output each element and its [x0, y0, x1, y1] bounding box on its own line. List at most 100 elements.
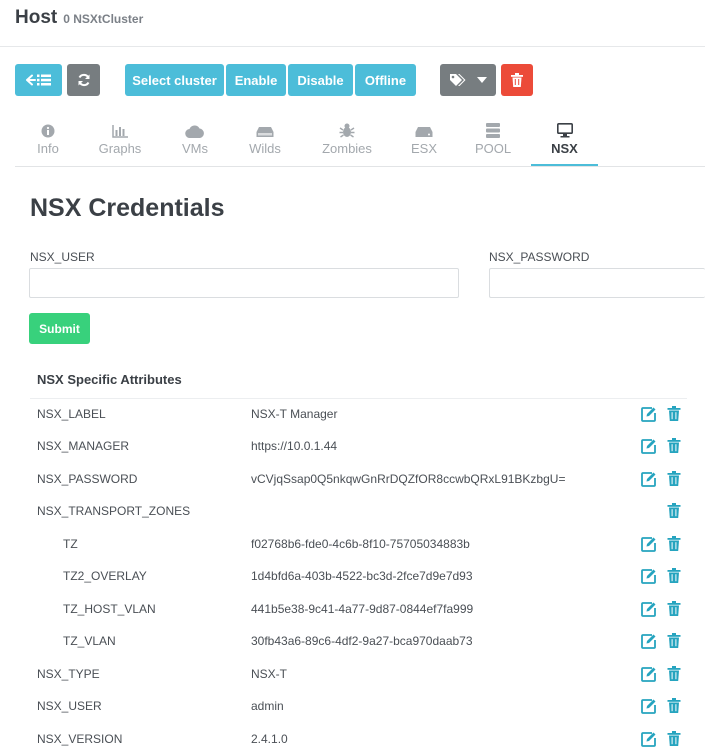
database-icon — [486, 123, 500, 138]
tab-label: Zombies — [322, 141, 372, 156]
tab-label: VMs — [182, 141, 208, 156]
attribute-value: NSX-T — [251, 667, 287, 681]
select-cluster-button[interactable]: Select cluster — [125, 64, 224, 96]
refresh-icon — [78, 73, 89, 87]
submit-button[interactable]: Submit — [29, 313, 90, 344]
caret-down-icon — [477, 77, 487, 83]
host-tabs: Info Graphs VMs Wilds Zombies ESX POOL N… — [15, 114, 705, 167]
enable-button[interactable]: Enable — [226, 64, 286, 96]
delete-host-button[interactable] — [501, 64, 533, 96]
server-icon — [415, 127, 433, 137]
table-row: NSX_LABEL NSX-T Manager — [0, 398, 705, 430]
info-circle-icon — [41, 124, 55, 138]
tab-label: Graphs — [98, 141, 142, 156]
trash-icon[interactable] — [667, 731, 681, 746]
edit-icon[interactable] — [641, 667, 656, 682]
table-row: TZ_VLAN 30fb43a6-89c6-4df2-9a27-bca970daa… — [0, 625, 705, 657]
trash-icon — [511, 73, 523, 87]
tab-label: POOL — [474, 141, 512, 156]
table-row: NSX_PASSWORD vCVjqSsap0Q5nkqwGnRrDQZfOR8c… — [0, 463, 705, 495]
tags-dropdown-button[interactable] — [440, 64, 496, 96]
page-subtitle: 0 NSXtCluster — [63, 12, 144, 26]
attribute-key: TZ2_OVERLAY — [63, 569, 147, 583]
edit-icon[interactable] — [641, 439, 656, 454]
trash-icon[interactable] — [667, 438, 681, 453]
trash-icon[interactable] — [667, 698, 681, 713]
table-row: TZ_HOST_VLAN 441b5e38-9c41-4a77-9d87-0844… — [0, 593, 705, 625]
edit-icon[interactable] — [641, 699, 656, 714]
table-row: TZ2_OVERLAY 1d4bfd6a-403b-4522-bc3d-2fce7… — [0, 560, 705, 592]
tab-graphs[interactable]: Graphs — [91, 114, 149, 165]
edit-icon[interactable] — [641, 602, 656, 617]
refresh-button[interactable] — [67, 64, 100, 96]
attribute-key: TZ — [63, 537, 78, 551]
table-row: NSX_USER admin — [0, 690, 705, 722]
edit-icon[interactable] — [641, 732, 656, 747]
nsx-password-input[interactable] — [489, 268, 705, 298]
attribute-value: 441b5e38-9c41-4a77-9d87-0844ef7fa999 — [251, 602, 474, 616]
section-heading: NSX Credentials — [30, 194, 225, 222]
page-title: Host — [15, 7, 58, 28]
tab-zombies[interactable]: Zombies — [316, 114, 378, 165]
attribute-value: 2.4.1.0 — [251, 732, 288, 746]
attribute-value: vCVjqSsap0Q5nkqwGnRrDQZfOR8ccwbQRxL91BKz… — [251, 472, 566, 486]
trash-icon[interactable] — [667, 471, 681, 486]
attribute-value: 1d4bfd6a-403b-4522-bc3d-2fce7d9e7d93 — [251, 569, 473, 583]
back-list-icon — [25, 74, 51, 86]
attribute-value: admin — [251, 699, 284, 713]
tab-nsx[interactable]: NSX — [531, 114, 598, 166]
attribute-key: TZ_HOST_VLAN — [63, 602, 156, 616]
offline-button[interactable]: Offline — [355, 64, 416, 96]
trash-icon[interactable] — [667, 406, 681, 421]
page-header: Host 0 NSXtCluster — [15, 7, 143, 37]
trash-icon[interactable] — [667, 503, 681, 518]
edit-icon[interactable] — [641, 472, 656, 487]
attribute-key: NSX_LABEL — [37, 407, 106, 421]
tab-vms[interactable]: VMs — [170, 114, 220, 165]
trash-icon[interactable] — [667, 601, 681, 616]
attribute-value: https://10.0.1.44 — [251, 439, 338, 453]
trash-icon[interactable] — [667, 568, 681, 583]
tab-label: Info — [37, 141, 59, 156]
tab-label: Wilds — [249, 141, 281, 156]
attribute-key: NSX_TYPE — [37, 667, 100, 681]
header-divider — [0, 46, 705, 47]
edit-icon[interactable] — [641, 537, 656, 552]
desktop-icon — [556, 123, 573, 138]
tab-label: ESX — [410, 141, 437, 156]
attribute-key: NSX_VERSION — [37, 732, 123, 746]
attributes-heading: NSX Specific Attributes — [37, 372, 182, 387]
nsx-user-label: NSX_USER — [30, 250, 95, 264]
nsx-user-input[interactable] — [29, 268, 459, 298]
tab-label: NSX — [551, 141, 578, 156]
trash-icon[interactable] — [667, 666, 681, 681]
trash-icon[interactable] — [667, 536, 681, 551]
trash-icon[interactable] — [667, 633, 681, 648]
table-row: NSX_TRANSPORT_ZONES — [0, 495, 705, 527]
bar-chart-icon — [112, 125, 128, 138]
attribute-key: TZ_VLAN — [63, 634, 116, 648]
table-row: NSX_TYPE NSX-T — [0, 658, 705, 690]
hdd-icon — [256, 127, 274, 137]
tab-esx[interactable]: ESX — [404, 114, 444, 165]
attribute-key: NSX_PASSWORD — [37, 472, 138, 486]
attribute-key: NSX_MANAGER — [37, 439, 130, 453]
cloud-icon — [185, 125, 204, 138]
disable-button[interactable]: Disable — [288, 64, 353, 96]
attribute-key: NSX_TRANSPORT_ZONES — [37, 504, 191, 518]
tab-info[interactable]: Info — [15, 114, 81, 165]
edit-icon[interactable] — [641, 569, 656, 584]
attribute-value: NSX-T Manager — [251, 407, 338, 421]
back-to-list-button[interactable] — [15, 64, 62, 96]
edit-icon[interactable] — [641, 634, 656, 649]
tags-icon — [450, 74, 466, 86]
table-row: TZ f02768b6-fde0-4c6b-8f10-75705034883b — [0, 528, 705, 560]
table-row: NSX_VERSION 2.4.1.0 — [0, 723, 705, 755]
attribute-value: 30fb43a6-89c6-4df2-9a27-bca970daab73 — [251, 634, 473, 648]
tab-pool[interactable]: POOL — [468, 114, 518, 165]
tab-wilds[interactable]: Wilds — [238, 114, 292, 165]
attribute-value: f02768b6-fde0-4c6b-8f10-75705034883b — [251, 537, 470, 551]
table-row: NSX_MANAGER https://10.0.1.44 — [0, 430, 705, 462]
edit-icon[interactable] — [641, 407, 656, 422]
attribute-key: NSX_USER — [37, 699, 102, 713]
